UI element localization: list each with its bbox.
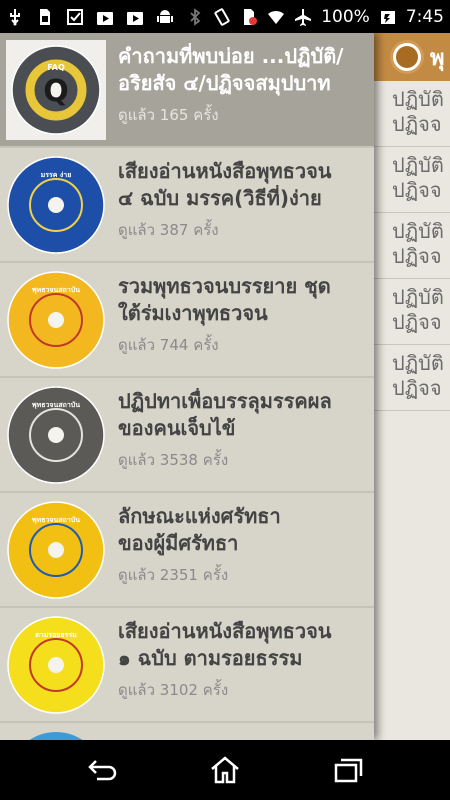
background-list-item[interactable]: ปฏิบัติ ปฏิจจ xyxy=(374,213,450,279)
view-count: ดูแล้ว 2351 ครั้ง xyxy=(118,566,229,584)
usb-icon xyxy=(6,8,24,26)
item-text: คำถามที่พบบ่อย ...ปฏิบัติ/ อริยสัจ ๔/ปฏิจ… xyxy=(118,33,370,127)
play-store-icon xyxy=(96,8,114,26)
disc-thumbnail: พุทธวจนสถาบัน xyxy=(6,270,106,370)
background-item-line: ปฏิจจ xyxy=(392,376,442,400)
background-list-item[interactable]: ปฏิบัติ ปฏิจจ xyxy=(374,345,450,411)
disc-thumbnail: ตามรอยธรรม xyxy=(6,615,106,715)
item-title: ของคนเจ็บไข้ xyxy=(118,416,236,440)
recents-button[interactable] xyxy=(328,750,368,790)
view-count: ดูแล้ว 165 ครั้ง xyxy=(118,106,219,124)
background-item-line: ปฏิบัติ xyxy=(392,351,444,375)
disc-thumbnail: มรรค ง่าย xyxy=(6,155,106,255)
background-item-line: ปฏิจจ xyxy=(392,112,442,136)
android-icon xyxy=(156,8,174,26)
svg-text:พุทธวจนสถาบัน: พุทธวจนสถาบัน xyxy=(32,401,80,409)
status-bar: 100% 7:45 xyxy=(0,0,450,33)
battery-icon xyxy=(379,8,397,26)
disc-thumbnail: FAQ Q xyxy=(6,40,106,140)
app-logo-icon xyxy=(390,40,424,74)
airplane-icon xyxy=(294,8,312,26)
svg-text:FAQ: FAQ xyxy=(47,63,65,72)
background-panel: พุ ปฏิบัติ ปฏิจจ ปฏิบัติ ปฏิจจ ปฏิบัติ ปฏิจ… xyxy=(374,33,450,740)
list-item[interactable] xyxy=(0,723,374,740)
home-icon xyxy=(211,756,239,784)
clock: 7:45 xyxy=(405,6,444,27)
svg-text:ตามรอยธรรม: ตามรอยธรรม xyxy=(35,631,77,639)
list-item[interactable]: พุทธวจนสถาบัน ปฏิปทาเพื่อบรรลุมรรคผลของคน… xyxy=(0,378,374,493)
disc-thumbnail xyxy=(6,730,106,740)
item-text: เสียงอ่านหนังสือพุทธวจน๑ ฉบับ ตามรอยธรรม… xyxy=(118,608,370,702)
list-item[interactable]: มรรค ง่าย เสียงอ่านหนังสือพุทธวจน๔ ฉบับ ม… xyxy=(0,148,374,263)
item-title: อริยสัจ ๔/ปฏิจจสมุปบาท xyxy=(118,71,331,95)
item-title: ของผู้มีศรัทธา xyxy=(118,531,239,555)
background-item-line: ปฏิบัติ xyxy=(392,285,444,309)
item-title: ๑ ฉบับ ตามรอยธรรม xyxy=(118,646,303,670)
play-store-icon xyxy=(126,8,144,26)
list-item[interactable]: พุทธวจนสถาบัน รวมพุทธวจนบรรยาย ชุดใต้ร่มเ… xyxy=(0,263,374,378)
item-title: ลักษณะแห่งศรัทธา xyxy=(118,504,281,528)
background-item-line: ปฏิบัติ xyxy=(392,87,444,111)
background-item-line: ปฏิจจ xyxy=(392,244,442,268)
item-title: รวมพุทธวจนบรรยาย ชุด xyxy=(118,274,331,298)
item-text: ลักษณะแห่งศรัทธาของผู้มีศรัทธาดูแล้ว 235… xyxy=(118,493,370,587)
app-title: พุ xyxy=(430,45,445,71)
app-header: พุ xyxy=(374,33,450,81)
svg-text:พุทธวจนสถาบัน: พุทธวจนสถาบัน xyxy=(32,516,80,524)
background-list-item[interactable]: ปฏิบัติ ปฏิจจ xyxy=(374,147,450,213)
item-title: เสียงอ่านหนังสือพุทธวจน xyxy=(118,159,332,183)
background-item-line: ปฏิจจ xyxy=(392,178,442,202)
recents-icon xyxy=(335,758,363,783)
view-count: ดูแล้ว 3538 ครั้ง xyxy=(118,451,229,469)
svg-text:พุทธวจนสถาบัน: พุทธวจนสถาบัน xyxy=(32,286,80,294)
background-list-item[interactable]: ปฏิบัติ ปฏิจจ xyxy=(374,81,450,147)
list-item[interactable]: ตามรอยธรรม เสียงอ่านหนังสือพุทธวจน๑ ฉบับ … xyxy=(0,608,374,723)
background-list-item[interactable]: ปฏิบัติ ปฏิจจ xyxy=(374,279,450,345)
item-text: เสียงอ่านหนังสือพุทธวจน๔ ฉบับ มรรค(วิธีท… xyxy=(118,148,370,242)
item-title: ใต้ร่มเงาพุทธวจน xyxy=(118,301,268,325)
item-title: เสียงอ่านหนังสือพุทธวจน xyxy=(118,619,332,643)
phone-screen: 100% 7:45 พุ ปฏิบัติ ปฏิจจ ปฏิบัติ ปฏิจจ ป… xyxy=(0,0,450,800)
bluetooth-icon xyxy=(186,7,204,26)
view-count: ดูแล้ว 3102 ครั้ง xyxy=(118,681,229,699)
navigation-bar xyxy=(0,740,450,800)
home-button[interactable] xyxy=(205,750,245,790)
sim-icon xyxy=(36,8,54,26)
item-title: คำถามที่พบบ่อย ...ปฏิบัติ/ xyxy=(118,44,344,68)
disc-thumbnail: พุทธวจนสถาบัน xyxy=(6,385,106,485)
back-icon xyxy=(87,760,116,781)
back-button[interactable] xyxy=(82,750,122,790)
background-item-line: ปฏิจจ xyxy=(392,310,442,334)
svg-text:Q: Q xyxy=(43,74,69,109)
svg-text:มรรค ง่าย: มรรค ง่าย xyxy=(41,171,72,179)
battery-percent: 100% xyxy=(321,6,370,27)
view-count: ดูแล้ว 387 ครั้ง xyxy=(118,221,219,239)
list-item[interactable]: พุทธวจนสถาบัน ลักษณะแห่งศรัทธาของผู้มีศรั… xyxy=(0,493,374,608)
wifi-icon xyxy=(267,8,285,26)
background-item-line: ปฏิบัติ xyxy=(392,219,444,243)
vibrate-icon xyxy=(213,7,231,26)
no-sim-icon xyxy=(240,8,258,26)
navigation-drawer[interactable]: FAQ Q คำถามที่พบบ่อย ...ปฏิบัติ/ อริยสัจ ๔/… xyxy=(0,33,374,740)
item-title: ปฏิปทาเพื่อบรรลุมรรคผล xyxy=(118,389,332,413)
item-text: ปฏิปทาเพื่อบรรลุมรรคผลของคนเจ็บไข้ดูแล้ว… xyxy=(118,378,370,472)
item-text: รวมพุทธวจนบรรยาย ชุดใต้ร่มเงาพุทธวจนดูแล… xyxy=(118,263,370,357)
list-item[interactable]: FAQ Q คำถามที่พบบ่อย ...ปฏิบัติ/ อริยสัจ ๔/… xyxy=(0,33,374,148)
background-item-line: ปฏิบัติ xyxy=(392,153,444,177)
item-title: ๔ ฉบับ มรรค(วิธีที่)ง่าย xyxy=(118,186,322,210)
disc-thumbnail: พุทธวจนสถาบัน xyxy=(6,500,106,600)
checkbox-icon xyxy=(66,8,84,26)
view-count: ดูแล้ว 744 ครั้ง xyxy=(118,336,219,354)
